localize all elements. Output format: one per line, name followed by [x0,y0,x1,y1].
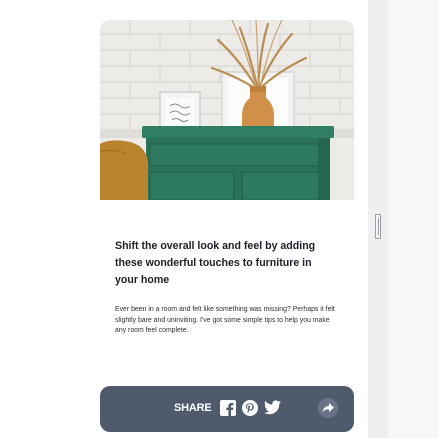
article-image [100,20,354,200]
share-bar: SHARE [100,386,354,432]
pinterest-icon[interactable] [242,400,258,421]
scroll-handle[interactable] [375,214,381,239]
article-headline: Shift the overall look and feel by addin… [115,240,316,286]
share-label: SHARE [174,402,212,414]
article-card: Shift the overall look and feel by addin… [88,0,368,438]
page-background-right [388,0,438,438]
facebook-icon[interactable] [220,400,236,421]
forward-icon[interactable] [318,398,338,423]
page-background-left [0,0,88,438]
article-body: Ever been in a room and felt like someth… [115,306,335,334]
twitter-icon[interactable] [264,400,281,420]
